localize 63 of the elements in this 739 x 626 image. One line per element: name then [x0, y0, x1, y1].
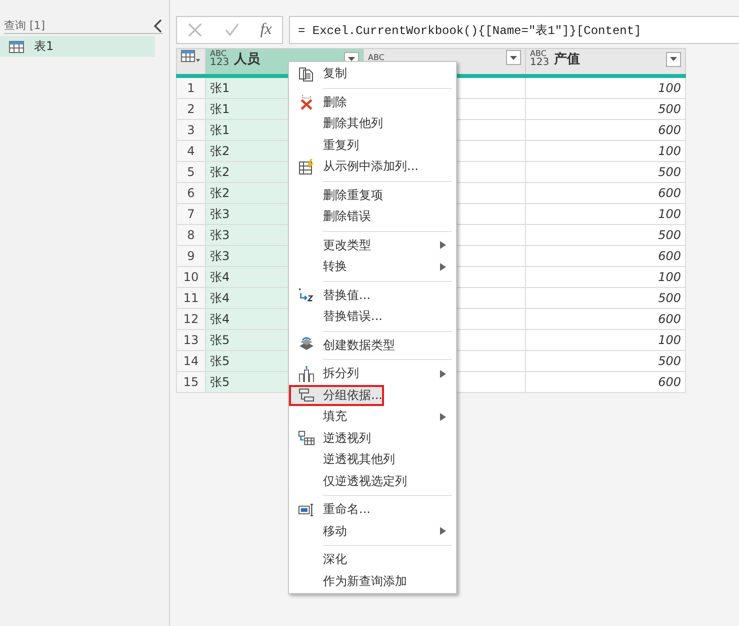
row-number: 10 [176, 266, 206, 288]
caret-icon [510, 56, 517, 60]
type-label: ABC [368, 54, 384, 62]
table-icon [9, 40, 24, 52]
type-label: ABC 123 [210, 50, 230, 68]
menu-item[interactable]: 逆透视其他列 [289, 449, 456, 470]
menu-item[interactable]: 深化 [289, 549, 456, 570]
check-icon[interactable] [224, 22, 240, 38]
queries-title: 查询 [1] [4, 18, 46, 33]
table-cell: 500 [526, 288, 686, 308]
row-number: 12 [176, 308, 206, 330]
fx-button[interactable]: fx [260, 21, 272, 39]
row-number: 6 [176, 182, 206, 204]
row-number: 13 [176, 330, 206, 350]
row-number: 4 [176, 140, 206, 162]
table-cell: 100 [526, 76, 686, 98]
row-number: 14 [176, 350, 206, 372]
menu-item[interactable]: 仅逆透视选定列 [289, 470, 456, 492]
table-cell: 100 [526, 204, 686, 224]
menu-item[interactable]: 分组依据... [289, 384, 384, 406]
table-cell: 100 [526, 140, 686, 162]
row-number: 2 [176, 98, 206, 120]
table-cell: 600 [526, 246, 686, 266]
menu-item[interactable]: 作为新查询添加 [289, 570, 456, 592]
copy-icon [298, 66, 314, 82]
table-cell: 100 [526, 330, 686, 350]
type-label: ABC 123 [530, 50, 550, 68]
menu-item[interactable]: 逆透视列 [289, 428, 456, 449]
rename-icon [298, 502, 314, 518]
row-number: 3 [176, 120, 206, 140]
filter-button[interactable] [666, 52, 681, 66]
row-number: 11 [176, 288, 206, 308]
table-cell: 500 [526, 162, 686, 182]
menu-item[interactable]: 填充 [289, 406, 456, 428]
table-cell: 500 [526, 224, 686, 246]
row-number: 1 [176, 76, 206, 98]
formula-field[interactable]: = Excel.CurrentWorkbook(){[Name="表1"]}[Content] [289, 16, 739, 44]
query-item[interactable]: 表1 [0, 36, 155, 57]
split-column-icon [298, 366, 314, 382]
column-name: 人员 [234, 51, 262, 68]
row-number: 9 [176, 246, 206, 266]
filter-button[interactable] [506, 50, 521, 65]
table-arrow-icon [298, 430, 314, 446]
table-cell: 600 [526, 372, 686, 392]
menu-item[interactable]: 重命名... [289, 499, 456, 520]
table-cell: 500 [526, 350, 686, 372]
table-cell: 600 [526, 308, 686, 330]
table-menu-icon[interactable] [181, 50, 201, 64]
replace-icon [298, 287, 314, 304]
caret-icon [670, 57, 677, 61]
collapse-icon[interactable] [153, 18, 163, 32]
table-cell: 100 [526, 266, 686, 288]
row-number: 15 [176, 372, 206, 392]
column-lightning-icon [298, 158, 314, 175]
row-number: 5 [176, 162, 206, 182]
group-icon [298, 387, 314, 404]
row-number: 8 [176, 224, 206, 246]
row-number: 7 [176, 204, 206, 224]
menu-item[interactable]: 移动 [289, 520, 456, 542]
table-cell: 500 [526, 98, 686, 120]
column-name: 产值 [554, 50, 582, 68]
table-cell: 600 [526, 120, 686, 140]
table-cell: 600 [526, 182, 686, 204]
